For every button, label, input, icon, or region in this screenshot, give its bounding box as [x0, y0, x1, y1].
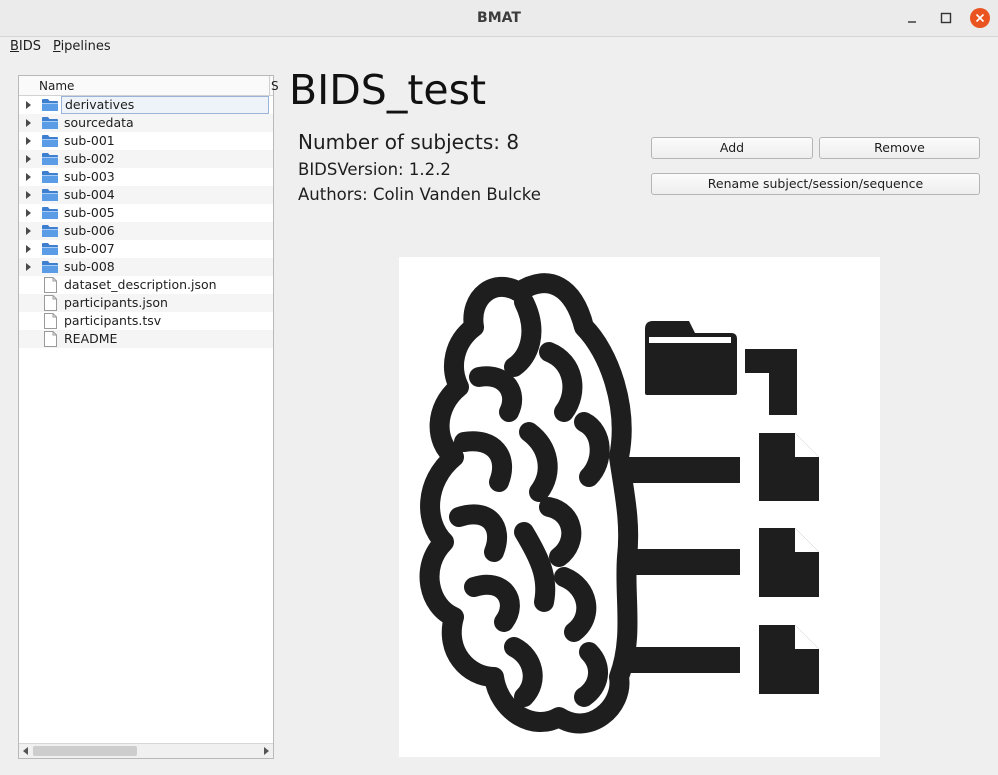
- expand-arrow-icon[interactable]: [26, 137, 31, 145]
- tree-row-label: sub-004: [64, 187, 115, 202]
- tree-row-label: sub-007: [64, 241, 115, 256]
- folder-icon: [41, 206, 59, 220]
- tree-row[interactable]: sub-008: [19, 258, 273, 276]
- folder-icon: [41, 134, 59, 148]
- tree-row-label: sub-008: [64, 259, 115, 274]
- file-icon: [44, 331, 57, 347]
- column-header-size[interactable]: S: [271, 79, 279, 93]
- tree-row-label: sourcedata: [64, 115, 134, 130]
- tree-row[interactable]: sub-003: [19, 168, 273, 186]
- title-bar: BMAT: [0, 0, 998, 37]
- brain-with-folder-and-files-logo: [419, 273, 819, 734]
- tree-rows: derivatives sourcedata sub-001 sub-002 sub-0…: [19, 96, 273, 348]
- expand-arrow-icon[interactable]: [26, 119, 31, 127]
- file-tree[interactable]: Name S derivatives sourcedata sub-001 sub-0…: [18, 75, 279, 759]
- tree-row[interactable]: sub-004: [19, 186, 273, 204]
- expand-arrow-icon[interactable]: [26, 245, 31, 253]
- tree-row-label: participants.tsv: [64, 313, 162, 328]
- rename-button[interactable]: Rename subject/session/sequence: [651, 173, 980, 195]
- expand-arrow-icon[interactable]: [26, 209, 31, 217]
- folder-icon: [41, 260, 59, 274]
- expand-arrow-icon[interactable]: [26, 101, 31, 109]
- tree-row[interactable]: dataset_description.json: [19, 276, 273, 294]
- file-icon: [44, 295, 57, 311]
- menu-bids[interactable]: BIDS: [10, 39, 41, 54]
- folder-icon: [41, 188, 59, 202]
- folder-icon: [41, 224, 59, 238]
- tree-row-label: README: [64, 331, 118, 346]
- folder-icon: [41, 116, 59, 130]
- dataset-title: BIDS_test: [289, 66, 487, 114]
- scrollbar-thumb[interactable]: [33, 746, 137, 756]
- tree-row[interactable]: derivatives: [19, 96, 273, 114]
- menu-pipelines[interactable]: Pipelines: [53, 39, 111, 54]
- maximize-icon: [940, 12, 952, 24]
- tree-row[interactable]: sub-001: [19, 132, 273, 150]
- tree-row[interactable]: sub-006: [19, 222, 273, 240]
- folder-icon: [41, 98, 59, 112]
- folder-icon: [41, 170, 59, 184]
- tree-row-label: sub-005: [64, 205, 115, 220]
- menu-bar: BIDS Pipelines: [0, 37, 998, 57]
- tree-row[interactable]: participants.json: [19, 294, 273, 312]
- column-separator[interactable]: [269, 76, 270, 95]
- subject-count: Number of subjects: 8: [298, 130, 520, 154]
- tree-row[interactable]: sub-005: [19, 204, 273, 222]
- close-icon: [975, 13, 985, 23]
- bids-version: BIDSVersion: 1.2.2: [298, 160, 451, 179]
- tree-row-label: sub-002: [64, 151, 115, 166]
- tree-row-label: participants.json: [64, 295, 168, 310]
- folder-icon: [41, 152, 59, 166]
- tree-row-label: sub-006: [64, 223, 115, 238]
- tree-row[interactable]: sub-007: [19, 240, 273, 258]
- expand-arrow-icon[interactable]: [26, 263, 31, 271]
- tree-row[interactable]: participants.tsv: [19, 312, 273, 330]
- bmat-logo: [399, 257, 880, 757]
- scroll-right-icon[interactable]: [264, 747, 269, 755]
- expand-arrow-icon[interactable]: [26, 191, 31, 199]
- expand-arrow-icon[interactable]: [26, 155, 31, 163]
- close-button[interactable]: [970, 8, 990, 28]
- file-icon: [44, 277, 57, 293]
- maximize-button[interactable]: [936, 8, 956, 28]
- authors: Authors: Colin Vanden Bulcke: [298, 185, 541, 204]
- expand-arrow-icon[interactable]: [26, 227, 31, 235]
- window-title: BMAT: [477, 10, 521, 26]
- tree-row-label: sub-001: [64, 133, 115, 148]
- remove-button[interactable]: Remove: [819, 137, 980, 159]
- tree-header: Name S: [19, 76, 279, 96]
- scroll-left-icon[interactable]: [23, 747, 28, 755]
- tree-row-label: sub-003: [64, 169, 115, 184]
- tree-row-label: dataset_description.json: [64, 277, 217, 292]
- minimize-button[interactable]: [902, 8, 922, 28]
- minimize-icon: [908, 21, 916, 23]
- horizontal-scrollbar[interactable]: [19, 743, 273, 758]
- tree-row-label: derivatives: [61, 96, 269, 114]
- add-button[interactable]: Add: [651, 137, 813, 159]
- expand-arrow-icon[interactable]: [26, 173, 31, 181]
- tree-row[interactable]: sourcedata: [19, 114, 273, 132]
- column-header-name[interactable]: Name: [39, 79, 74, 93]
- tree-row[interactable]: README: [19, 330, 273, 348]
- file-icon: [44, 313, 57, 329]
- folder-icon: [41, 242, 59, 256]
- tree-row[interactable]: sub-002: [19, 150, 273, 168]
